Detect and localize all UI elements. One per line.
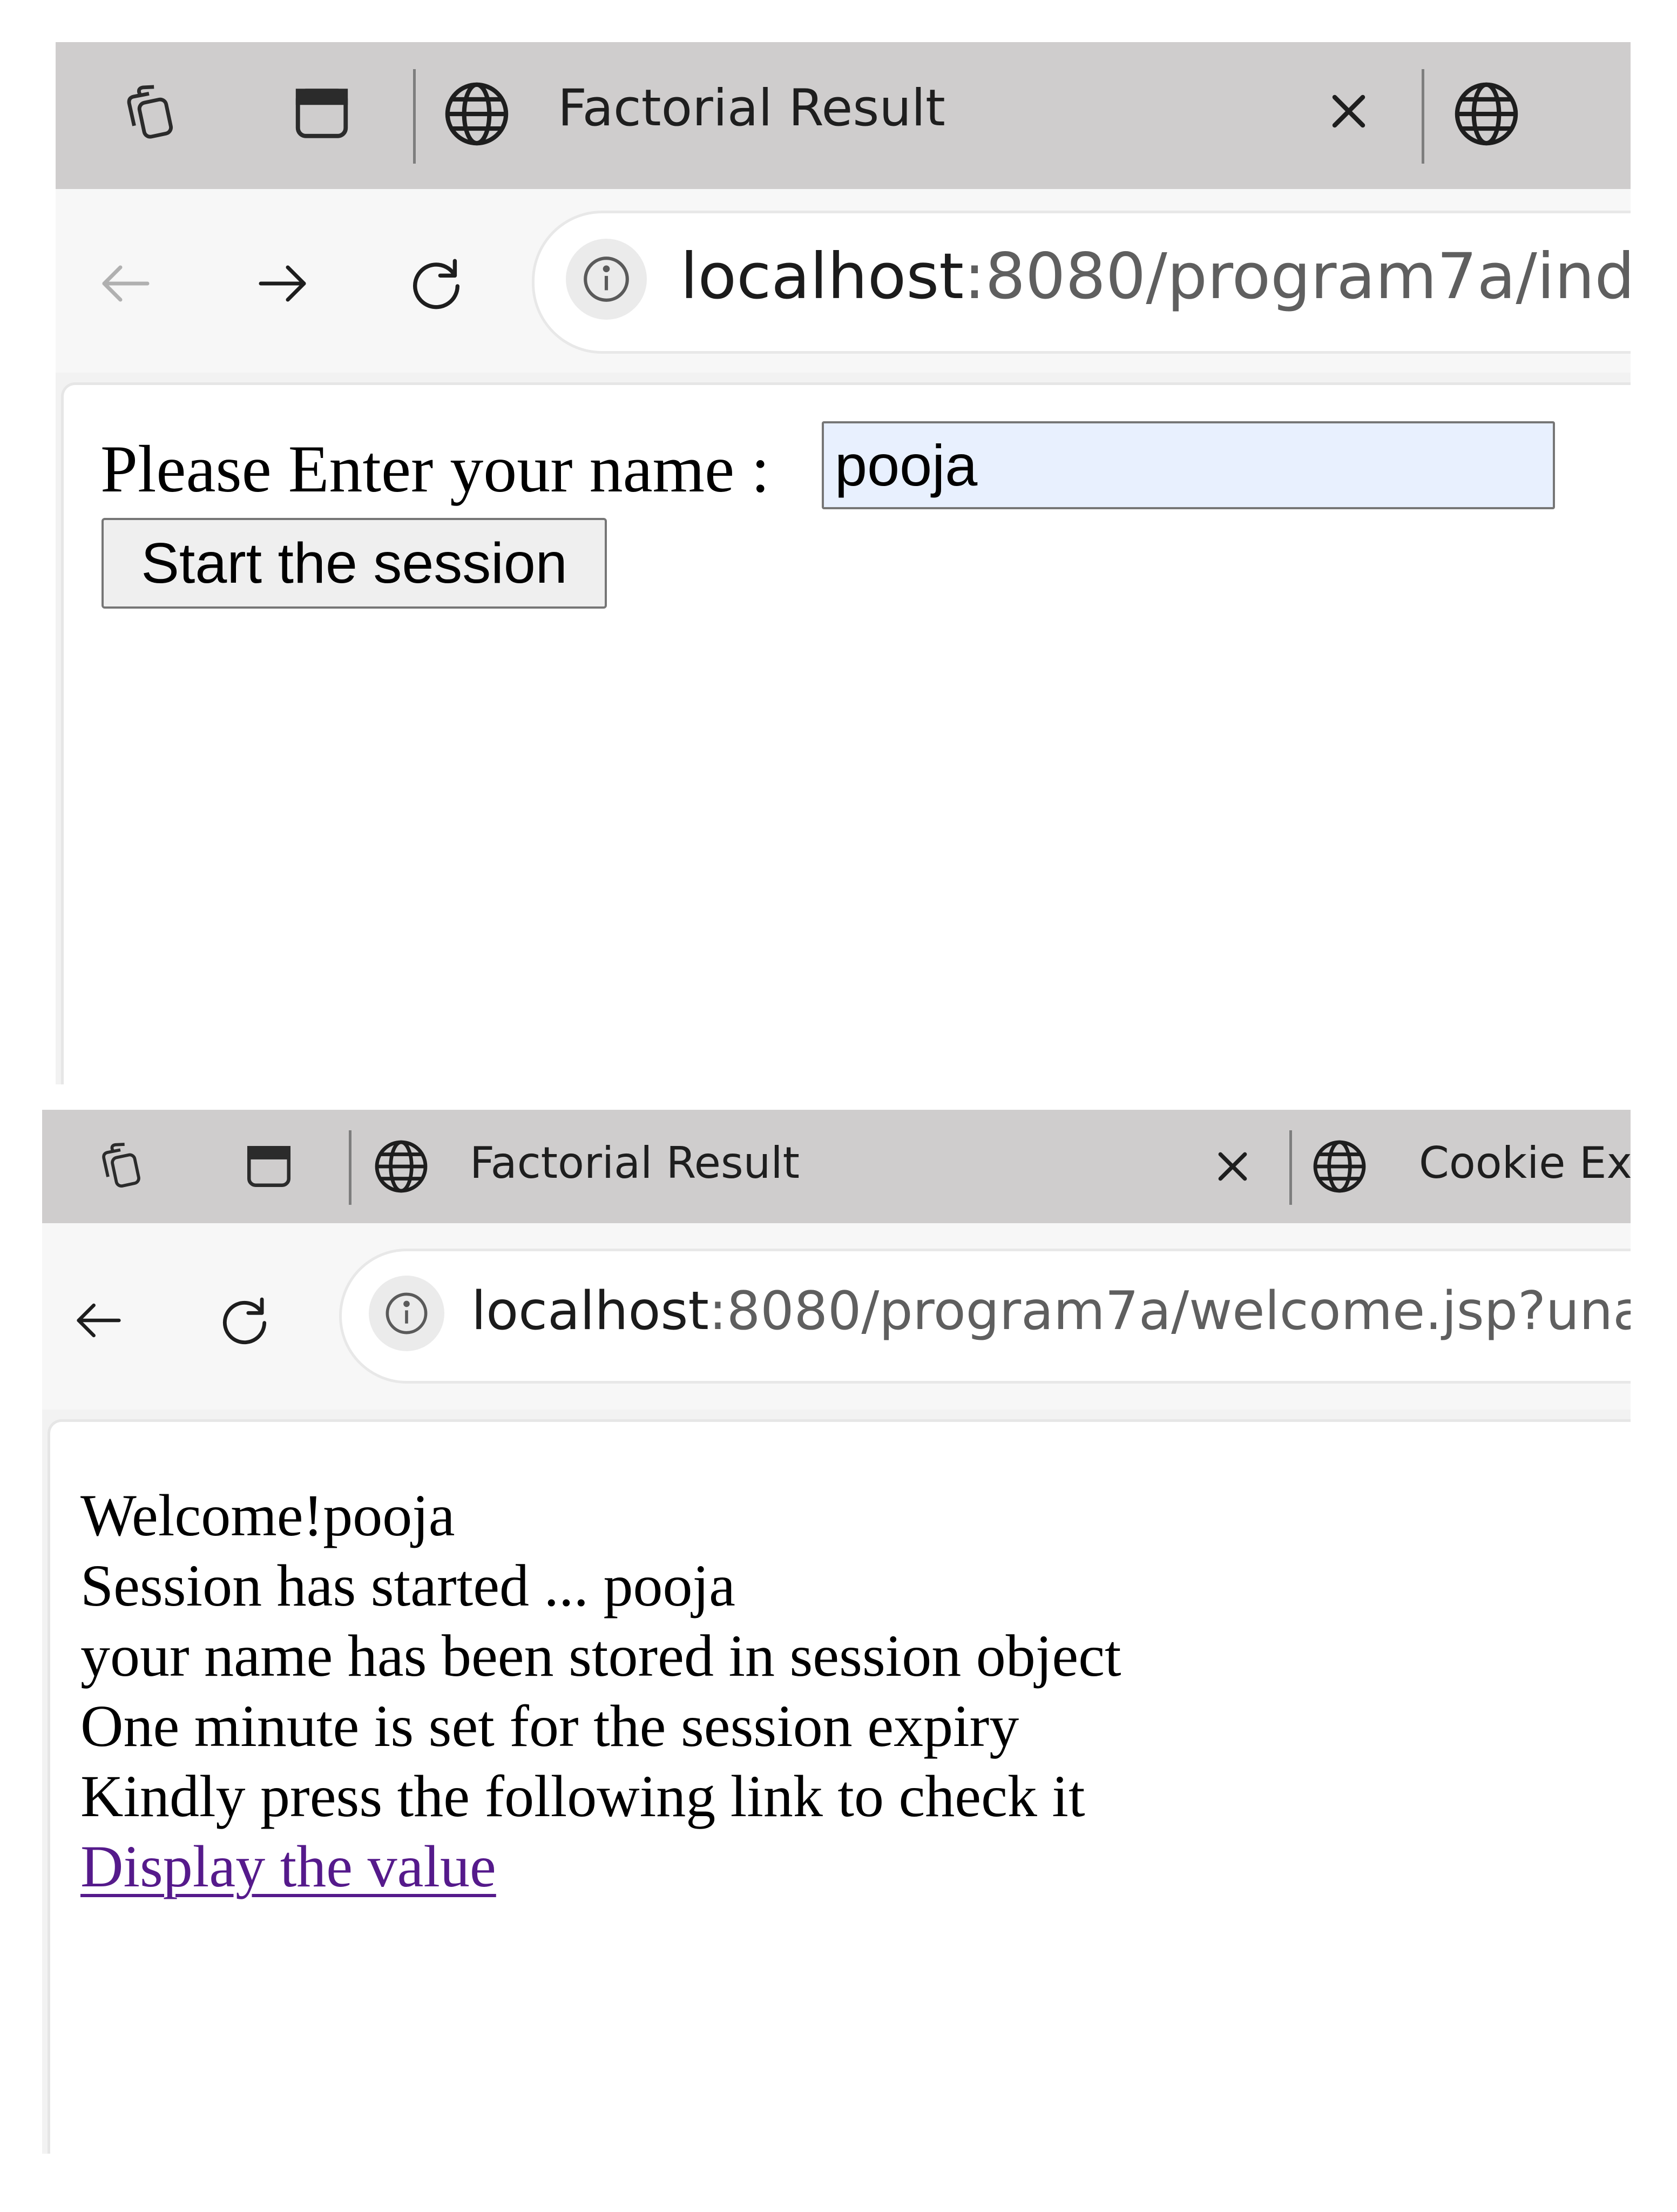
- start-session-button[interactable]: Start the session: [102, 518, 607, 609]
- globe-icon: [1446, 73, 1527, 154]
- stored-line: your name has been stored in session obj…: [80, 1623, 1121, 1689]
- url-path: :8080/program7a/welcome.jsp?uname=: [708, 1280, 1631, 1342]
- welcome-text-block: Welcome!pooja Session has started ... po…: [80, 1480, 1121, 1901]
- browser-toolbar: localhost:8080/program7a/index.h: [56, 189, 1631, 373]
- url-host: localhost: [680, 239, 964, 313]
- page-body: Please Enter your name : Start the sessi…: [61, 382, 1631, 1084]
- reload-icon[interactable]: [393, 240, 479, 327]
- browser-window-index: Factorial Result localhost:8080/program7…: [56, 42, 1631, 1084]
- globe-icon: [367, 1132, 435, 1201]
- session-started-line: Session has started ... pooja: [80, 1553, 735, 1618]
- back-icon[interactable]: [83, 240, 169, 327]
- url-text[interactable]: localhost:8080/program7a/index.h: [680, 239, 1631, 313]
- url-host: localhost: [471, 1280, 709, 1342]
- tab-separator: [1422, 69, 1424, 164]
- url-text[interactable]: localhost:8080/program7a/welcome.jsp?una…: [471, 1280, 1631, 1342]
- instruction-line: Kindly press the following link to check…: [80, 1763, 1085, 1829]
- page-viewport: Please Enter your name : Start the sessi…: [56, 373, 1631, 1084]
- tab-strip: Factorial Result Cookie Exa: [42, 1110, 1631, 1223]
- welcome-line: Welcome!pooja: [80, 1482, 455, 1548]
- back-icon[interactable]: [58, 1280, 139, 1361]
- tab-title[interactable]: Factorial Result: [558, 79, 945, 138]
- globe-icon: [1306, 1132, 1374, 1201]
- tab-strip: Factorial Result: [56, 42, 1631, 189]
- vertical-tabs-icon[interactable]: [280, 71, 364, 156]
- forward-icon[interactable]: [239, 240, 326, 327]
- reload-icon[interactable]: [204, 1280, 285, 1361]
- expiry-line: One minute is set for the session expiry: [80, 1693, 1019, 1759]
- display-value-link[interactable]: Display the value: [80, 1833, 496, 1899]
- tab-separator: [1289, 1130, 1292, 1205]
- vertical-tabs-icon[interactable]: [234, 1131, 304, 1202]
- url-path: :8080/program7a/index.h: [964, 239, 1631, 313]
- info-icon[interactable]: [369, 1276, 444, 1351]
- address-bar[interactable]: localhost:8080/program7a/index.h: [532, 211, 1631, 354]
- tab-separator: [349, 1130, 351, 1205]
- name-prompt-label: Please Enter your name :: [100, 432, 770, 506]
- workspaces-icon[interactable]: [107, 71, 191, 156]
- workspaces-icon[interactable]: [85, 1131, 155, 1202]
- name-input[interactable]: [822, 421, 1555, 509]
- address-bar[interactable]: localhost:8080/program7a/welcome.jsp?una…: [339, 1249, 1631, 1384]
- browser-toolbar: localhost:8080/program7a/welcome.jsp?una…: [42, 1223, 1631, 1410]
- close-icon[interactable]: [1203, 1137, 1262, 1196]
- close-icon[interactable]: [1316, 79, 1381, 144]
- page-viewport: Welcome!pooja Session has started ... po…: [42, 1410, 1631, 2154]
- tab-title[interactable]: Cookie Exa: [1419, 1138, 1631, 1188]
- globe-icon: [436, 73, 517, 154]
- tab-separator: [413, 69, 416, 164]
- page-body: Welcome!pooja Session has started ... po…: [48, 1419, 1631, 2154]
- browser-window-welcome: Factorial Result Cookie Exa: [42, 1110, 1631, 2154]
- info-icon[interactable]: [566, 239, 647, 320]
- tab-title[interactable]: Factorial Result: [470, 1138, 800, 1188]
